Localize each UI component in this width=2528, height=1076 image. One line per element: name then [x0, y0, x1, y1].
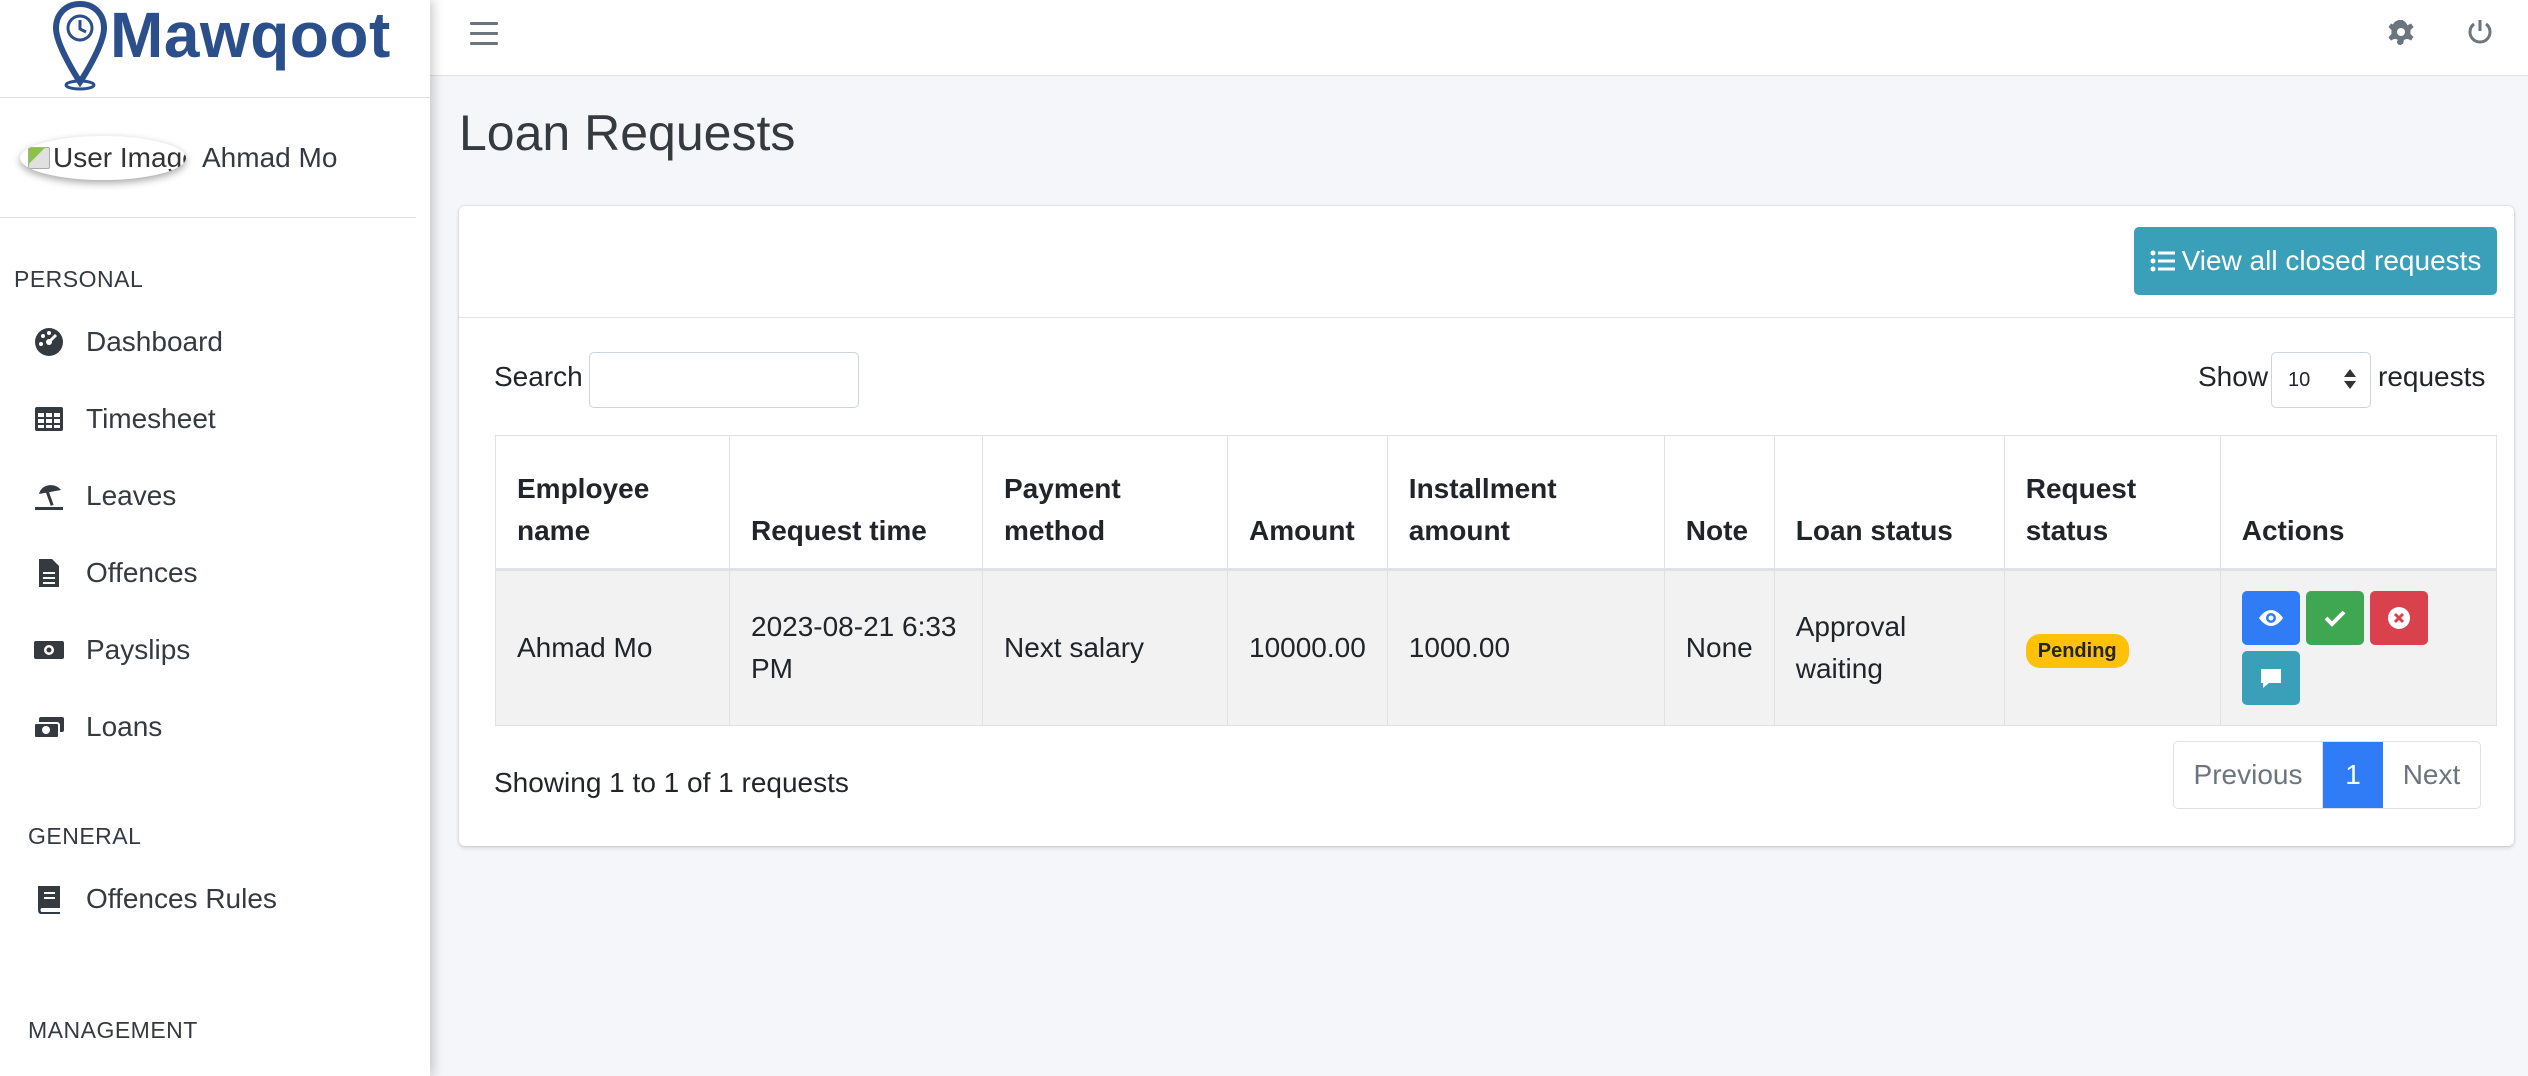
card-header: View all closed requests	[459, 206, 2514, 318]
status-badge: Pending	[2025, 634, 2129, 668]
cell-note: None	[1663, 569, 1775, 726]
document-icon	[32, 556, 66, 590]
comment-button[interactable]	[2241, 651, 2300, 705]
cell-loan-status: Approval waiting	[1773, 569, 2005, 726]
page-1-button[interactable]: 1	[2323, 742, 2383, 808]
page-length-select[interactable]: 10	[2271, 352, 2371, 408]
search-label: Search	[494, 361, 583, 392]
cell-actions	[2219, 569, 2498, 726]
nav-list-personal: Dashboard Timesheet Leaves Offences Pays…	[0, 303, 430, 765]
table-icon	[32, 402, 66, 436]
pagination: Previous 1 Next	[2173, 741, 2481, 809]
sidebar-item-leaves[interactable]: Leaves	[0, 457, 430, 534]
sidebar-item-label: Timesheet	[86, 402, 216, 434]
dashboard-icon	[32, 325, 66, 359]
sidebar-item-timesheet[interactable]: Timesheet	[0, 380, 430, 457]
column-header-amount[interactable]: Amount	[1227, 435, 1388, 571]
user-panel[interactable]: User Image Ahmad Mo	[0, 98, 416, 218]
book-icon	[32, 882, 66, 916]
sidebar-item-label: Dashboard	[86, 325, 223, 357]
user-name[interactable]: Ahmad Mo	[202, 142, 337, 174]
brand[interactable]: Mawqoot	[0, 0, 430, 98]
avatar[interactable]: User Image	[20, 135, 186, 180]
previous-page-button[interactable]: Previous	[2174, 742, 2323, 808]
avatar-alt-text: User Image	[53, 141, 186, 173]
comment-icon	[2260, 669, 2281, 688]
cell-installment: 1000.00	[1386, 569, 1665, 726]
sidebar: Mawqoot User Image Ahmad Mo PERSONAL Das…	[0, 0, 430, 1076]
show-label: Show	[2198, 361, 2269, 392]
page-title: Loan Requests	[459, 105, 796, 161]
table-header-row: Employee name Request time Payment metho…	[495, 435, 2498, 571]
column-header-payment-method[interactable]: Payment method	[982, 435, 1228, 571]
money-exchange-icon	[32, 710, 66, 744]
column-header-employee[interactable]: Employee name	[495, 435, 730, 571]
brand-name: Mawqoot	[110, 0, 391, 71]
cell-request-status: Pending	[2003, 569, 2221, 726]
row-actions	[2241, 591, 2442, 705]
search-input[interactable]	[589, 352, 859, 408]
sidebar-item-label: Offences	[86, 556, 198, 588]
sidebar-item-loans[interactable]: Loans	[0, 688, 430, 765]
top-navbar	[430, 0, 2528, 76]
sidebar-item-label: Offences Rules	[86, 882, 277, 914]
cell-payment-method: Next salary	[982, 569, 1228, 726]
sidebar-item-offences-rules[interactable]: Offences Rules	[0, 860, 430, 937]
sidebar-item-label: Leaves	[86, 479, 177, 511]
menu-icon[interactable]	[470, 22, 498, 48]
cell-request-time: 2023-08-21 6:33 PM	[729, 569, 983, 726]
column-header-request-time[interactable]: Request time	[729, 435, 983, 571]
view-closed-requests-button[interactable]: View all closed requests	[2134, 227, 2497, 295]
nav-header-general: GENERAL	[28, 823, 142, 849]
view-closed-requests-label: View all closed requests	[2181, 245, 2482, 276]
umbrella-beach-icon	[32, 479, 66, 513]
loan-requests-card: View all closed requests Search Show 10 …	[459, 206, 2514, 846]
reject-button[interactable]	[2369, 591, 2428, 645]
nav-list-general: Offences Rules	[0, 860, 430, 937]
sidebar-item-offences[interactable]: Offences	[0, 534, 430, 611]
nav-header-personal: PERSONAL	[14, 266, 144, 292]
check-icon	[2324, 610, 2346, 627]
cell-amount: 10000.00	[1227, 569, 1388, 726]
column-header-actions: Actions	[2219, 435, 2498, 571]
sidebar-item-payslips[interactable]: Payslips	[0, 611, 430, 688]
approve-button[interactable]	[2305, 591, 2364, 645]
list-icon	[2150, 250, 2175, 272]
column-header-loan-status[interactable]: Loan status	[1773, 435, 2005, 571]
close-circle-icon	[2387, 607, 2410, 629]
eye-icon	[2258, 610, 2283, 626]
table-info: Showing 1 to 1 of 1 requests	[494, 767, 849, 798]
view-button[interactable]	[2241, 591, 2300, 645]
broken-image-icon	[28, 146, 50, 169]
nav-header-management: MANAGEMENT	[28, 1017, 198, 1043]
page-length-value: 10	[2288, 368, 2311, 391]
column-header-request-status[interactable]: Request status	[2003, 435, 2221, 571]
location-clock-logo-icon	[52, 0, 108, 90]
requests-label: requests	[2378, 361, 2486, 392]
loan-requests-table: Employee name Request time Payment metho…	[495, 435, 2498, 726]
money-bill-icon	[32, 633, 66, 667]
table-row: Ahmad Mo 2023-08-21 6:33 PM Next salary …	[495, 569, 2498, 726]
gear-icon[interactable]	[2387, 18, 2419, 50]
column-header-installment[interactable]: Installment amount	[1386, 435, 1665, 571]
next-page-button[interactable]: Next	[2383, 742, 2480, 808]
cell-employee: Ahmad Mo	[495, 569, 730, 726]
power-icon[interactable]	[2466, 18, 2498, 50]
sidebar-item-label: Payslips	[86, 633, 191, 665]
sidebar-item-label: Loans	[86, 710, 163, 742]
column-header-note[interactable]: Note	[1663, 435, 1775, 571]
select-arrows-icon	[2344, 369, 2356, 389]
sidebar-item-dashboard[interactable]: Dashboard	[0, 303, 430, 380]
